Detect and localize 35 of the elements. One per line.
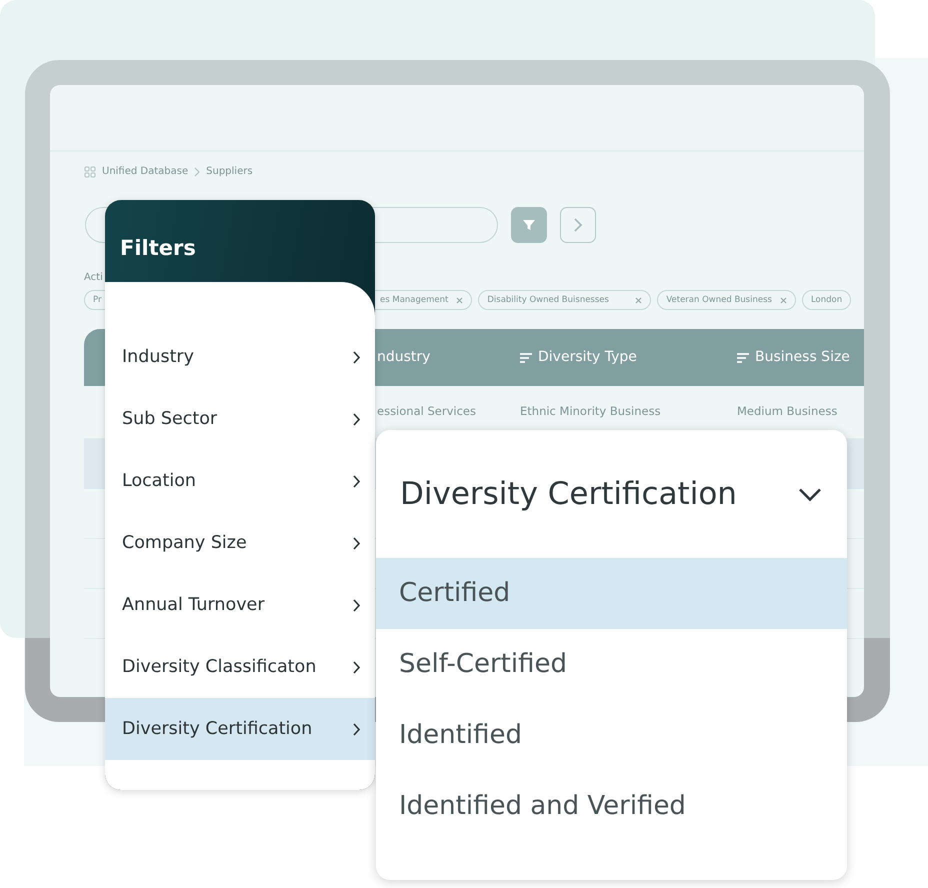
chevron-right-icon <box>353 412 361 426</box>
table-cell-text: essional Services <box>377 403 476 420</box>
filter-menu-item[interactable]: Industry <box>105 326 375 388</box>
chevron-right-icon <box>353 350 361 364</box>
active-filters-label: Acti <box>84 272 103 284</box>
close-icon <box>780 296 787 304</box>
sort-icon <box>520 352 532 362</box>
table-cell-text: Medium Business <box>737 403 838 420</box>
filter-menu-item[interactable]: Annual Turnover <box>105 574 375 636</box>
chevron-right-icon <box>573 217 583 233</box>
filters-title: Filters <box>120 238 197 259</box>
filter-menu-item[interactable]: Sub Sector <box>105 388 375 450</box>
filter-menu-item[interactable]: Diversity Certification <box>105 698 375 760</box>
filter-menu-item[interactable]: Diversity Classificaton <box>105 636 375 698</box>
chevron-right-icon <box>194 166 200 176</box>
close-icon <box>456 296 464 304</box>
dropdown-option[interactable]: Self-Certified <box>376 629 847 700</box>
grid-icon <box>84 166 96 178</box>
chevron-right-icon <box>353 474 361 488</box>
sort-icon <box>737 352 749 362</box>
next-button[interactable] <box>560 207 596 243</box>
dropdown-option[interactable]: Certified <box>376 558 847 629</box>
filter-button[interactable] <box>511 207 547 243</box>
dropdown-option[interactable]: Identified and Verified <box>376 771 847 842</box>
filter-menu-item[interactable]: Location <box>105 450 375 512</box>
dropdown-title: Diversity Certification <box>400 474 737 514</box>
chevron-right-icon <box>353 722 361 736</box>
chevron-right-icon <box>353 536 361 550</box>
dropdown-option[interactable]: Identified <box>376 700 847 771</box>
filter-menu-item[interactable]: Company Size <box>105 512 375 574</box>
chevron-right-icon <box>353 660 361 674</box>
table-cell-text: Ethnic Minority Business <box>520 403 661 420</box>
close-icon <box>635 296 642 304</box>
filter-icon <box>522 218 536 232</box>
chevron-right-icon <box>353 598 361 612</box>
